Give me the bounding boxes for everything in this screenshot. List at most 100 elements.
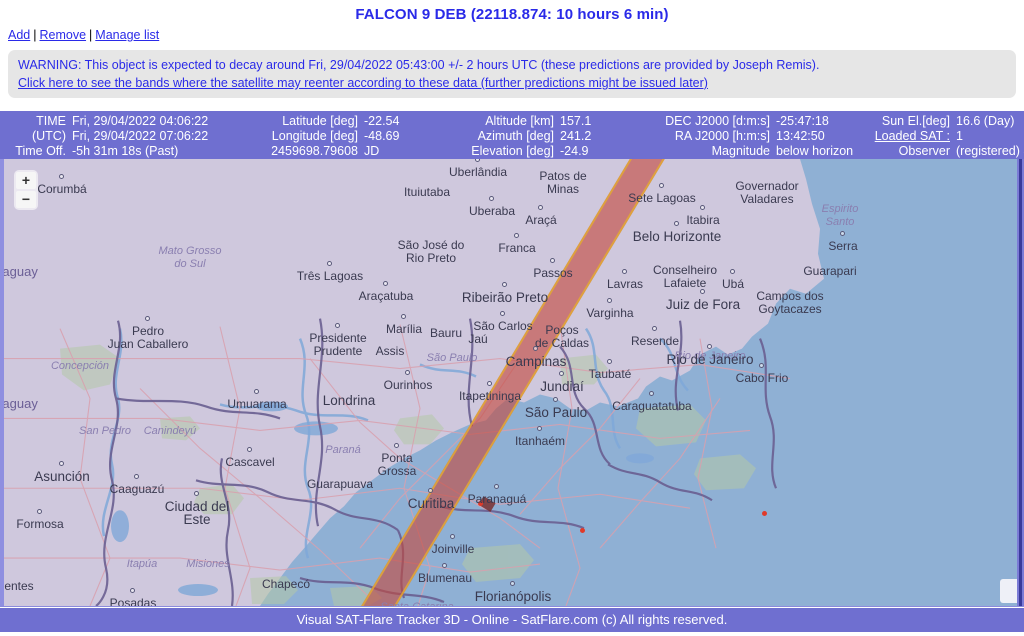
map-place-label: Concepción [50,360,110,372]
map-city-dot [450,534,455,539]
loaded-sat-value: 1 [956,129,963,143]
footer-bar: Visual SAT-Flare Tracker 3D - Online - S… [0,608,1024,632]
map-city-dot [730,269,735,274]
spacer-r1c [624,114,652,129]
map-place-label: Franca [498,241,536,255]
map-city-dot [659,183,664,188]
map-city-dot [489,196,494,201]
remove-link[interactable]: Remove [40,28,87,42]
map-place-label: Ciudad del Este [164,499,230,527]
map-place-label: Paraná [325,444,361,456]
map-marker-red-2[interactable] [580,528,585,533]
map-place-label: Passos [533,266,573,280]
spacer-r1b [442,114,454,129]
dec-j2000-value: -25:47:18 [776,114,829,128]
manage-list-link[interactable]: Manage list [95,28,159,42]
map-place-label: Caraguatatuba [612,399,692,413]
map-city-dot [394,443,399,448]
map-place-label: Paranaguá [467,492,527,506]
map-city-dot [487,381,492,386]
map-city-dot [649,391,654,396]
decay-warning-box: WARNING: This object is expected to deca… [8,50,1016,98]
ground-track-map[interactable]: Corumbá Mato Grosso do Sul Paraguay Uberlân… [0,159,1024,607]
map-city-dot [553,397,558,402]
map-place-label: Ribeirão Preto [461,290,549,305]
map-vertical-scrollbar[interactable] [1017,159,1024,606]
spacer-r2c [624,129,652,144]
spacer-r1d [846,114,864,129]
map-city-dot [405,370,410,375]
map-city-dot [194,491,199,496]
map-place-label: Jundiaí [540,379,584,394]
map-city-dot [383,281,388,286]
map-place-label: Posadas [109,596,157,607]
map-city-dot [494,484,499,489]
altitude-label: Altitude [km] [485,114,554,128]
dec-j2000-label: DEC J2000 [d:m:s] [665,114,770,128]
map-city-dot [442,563,447,568]
azimuth-label: Azimuth [deg] [477,129,554,143]
map-place-label: Três Lagoas [296,269,364,283]
map-place-label: Assis [375,344,405,358]
satellite-data-grid: TIME Fri, 29/04/2022 04:06:22 Latitude [… [0,111,1024,159]
loaded-sat-label[interactable]: Loaded SAT : [864,129,956,144]
map-place-label: Ubá [721,277,745,291]
altitude-value: 157.1 [560,114,592,128]
map-city-dot [37,509,42,514]
map-city-dot [514,233,519,238]
map-place-label: Itabira [686,213,720,227]
spacer-r2b [442,129,454,144]
nav-separator-2: | [89,28,93,42]
map-place-label: Bauru [429,326,463,340]
zoom-out-button[interactable]: − [16,191,36,208]
map-place-label: Ituiutaba [403,185,451,199]
spacer-r3c [624,144,652,159]
map-city-dot [327,261,332,266]
map-place-label: Londrina [322,393,376,408]
observer-value: (registered) 31353 [956,144,1024,158]
map-place-label: Itapúa [126,558,158,570]
warning-text: WARNING: This object is expected to deca… [18,58,820,72]
map-place-label: Patos de Minas [539,169,587,196]
map-city-dot [502,282,507,287]
map-place-label: Resende [630,334,680,348]
map-marker-red-3[interactable] [762,511,767,516]
longitude-label: Longitude [deg] [271,129,358,143]
map-place-label: Blumenau [417,571,473,585]
julian-date-label: JD [364,144,380,158]
map-city-dot [840,231,845,236]
time-offset-value: -5h 31m 18s (Past) [72,144,179,158]
map-scrollbar-thumb[interactable] [1000,579,1017,603]
map-place-label: Misiones [186,558,230,570]
map-city-dot [759,363,764,368]
map-place-label: Conselheiro Lafaiete [652,263,718,290]
julian-date-value: 2459698.79608 [271,144,358,158]
map-place-label: Asunción [34,469,90,484]
map-place-label: Florianópolis [474,589,552,604]
reentry-bands-link[interactable]: Click here to see the bands where the sa… [18,76,708,90]
map-place-label: Presidente Prudente [309,331,367,358]
utc-label: (UTC) [31,129,66,143]
map-place-label: Guarapari [803,264,857,278]
add-link[interactable]: Add [8,28,30,42]
map-place-label: Paraguay [0,264,38,279]
page-title: FALCON 9 DEB (22118.874: 10 hours 6 min) [355,6,669,23]
map-city-dot [537,426,542,431]
map-place-label: Curitiba [407,496,455,511]
map-place-label: Campos dos Goytacazes [756,289,824,316]
elevation-value: -24.9 [560,144,589,158]
map-city-dot [145,316,150,321]
map-place-label: Ponta Grossa [377,451,417,478]
map-place-label: Poços de Caldas [534,323,590,350]
map-city-dot [707,344,712,349]
zoom-in-button[interactable]: + [16,172,36,189]
map-canvas[interactable]: Corumbá Mato Grosso do Sul Paraguay Uberlân… [0,159,1024,606]
map-place-label: Canindeyú [143,425,197,437]
nav-separator-1: | [33,28,37,42]
map-zoom-control[interactable]: + − [14,170,38,210]
time-offset-label: Time Off. [15,144,66,158]
map-city-dot [607,298,612,303]
map-place-label: Lavras [606,277,644,291]
map-place-label: Itapetininga [458,389,522,403]
satflare-page: FALCON 9 DEB (22118.874: 10 hours 6 min)… [0,0,1024,636]
